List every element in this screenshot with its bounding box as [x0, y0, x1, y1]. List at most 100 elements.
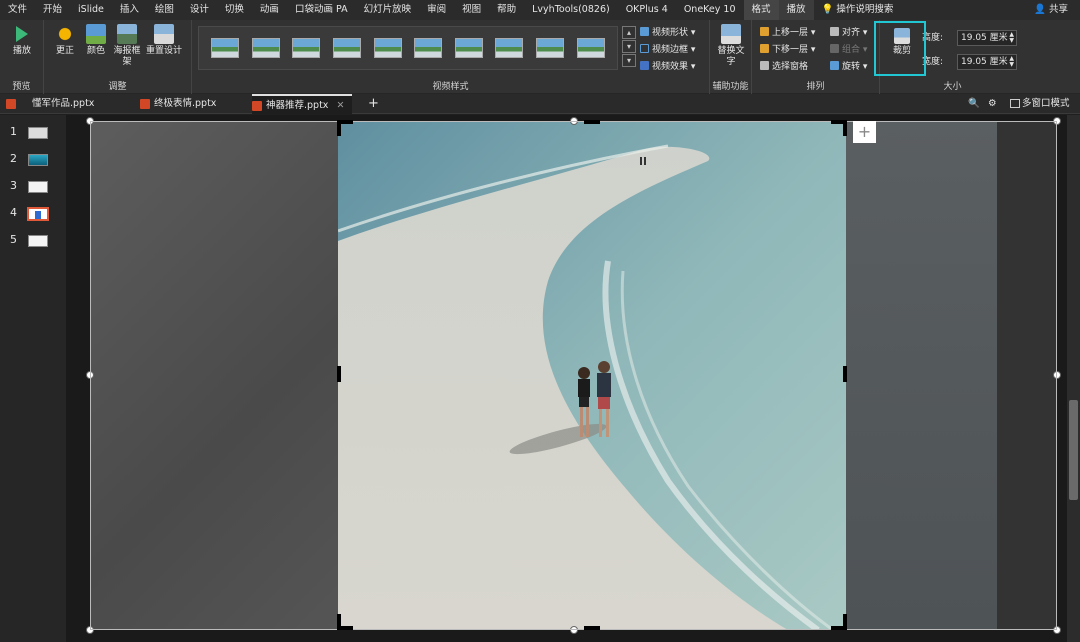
shape-icon: [640, 27, 649, 36]
video-style-thumb[interactable]: [536, 38, 565, 58]
menu-search[interactable]: 💡 操作说明搜索: [814, 0, 902, 20]
slide-thumbnail[interactable]: [28, 154, 48, 166]
align-label: 对齐: [842, 28, 861, 38]
lightbulb-icon: 💡: [821, 4, 837, 15]
slide-thumbnail[interactable]: [28, 127, 48, 139]
menu-design[interactable]: 设计: [182, 0, 217, 20]
group-objects-button[interactable]: 组合 ▾: [830, 43, 867, 57]
scrollbar-thumb[interactable]: [1069, 400, 1078, 500]
reset-design-icon: [154, 24, 174, 44]
video-style-thumb[interactable]: [211, 38, 240, 58]
video-style-thumb[interactable]: [576, 38, 605, 58]
multi-window-button[interactable]: 多窗口模式: [1010, 94, 1070, 114]
doc-tab-label: 终极表情.pptx: [154, 98, 217, 109]
menu-lvyhtools[interactable]: LvyhTools(0826): [524, 0, 618, 20]
slide-thumbnail-selected[interactable]: [27, 207, 49, 221]
color-button[interactable]: 颜色: [81, 24, 111, 57]
video-style-thumb[interactable]: [373, 38, 402, 58]
poster-frame-button[interactable]: 海报框架: [112, 24, 142, 68]
align-button[interactable]: 对齐 ▾: [830, 26, 867, 40]
menu-slideshow[interactable]: 幻灯片放映: [356, 0, 420, 20]
crop-handle[interactable]: [843, 614, 847, 630]
menu-islide[interactable]: iSlide: [70, 0, 112, 20]
gallery-more-icon[interactable]: ▾: [622, 54, 636, 67]
video-border-button[interactable]: 视频边框 ▾: [640, 43, 695, 57]
width-stepper-icon[interactable]: ▲ ▼: [1009, 56, 1014, 68]
crop-handle[interactable]: [337, 614, 341, 630]
crop-handle[interactable]: [337, 120, 341, 136]
video-style-thumb[interactable]: [414, 38, 443, 58]
menu-pocket-animation[interactable]: 口袋动画 PA: [287, 0, 356, 20]
correct-button[interactable]: 更正: [50, 24, 80, 57]
group-preview: 播放 预览: [0, 20, 44, 94]
alt-text-button[interactable]: 替换文字: [716, 24, 746, 68]
menu-review[interactable]: 审阅: [419, 0, 454, 20]
height-input[interactable]: 19.05 厘米 ▲ ▼: [957, 30, 1017, 46]
zoom-icon[interactable]: 🔍: [968, 94, 980, 114]
height-stepper-icon[interactable]: ▲ ▼: [1009, 32, 1014, 44]
doc-tab[interactable]: 懂军作品.pptx: [6, 94, 94, 114]
resize-handle[interactable]: [86, 626, 94, 634]
resize-handle[interactable]: [570, 117, 578, 125]
close-tab-icon[interactable]: ✕: [336, 96, 344, 116]
slide-thumbnail[interactable]: [28, 181, 48, 193]
video-style-thumb[interactable]: [292, 38, 321, 58]
menu-view[interactable]: 视图: [454, 0, 489, 20]
slide-number: 2: [10, 152, 17, 165]
group-video-style: ▴ ▾ ▾ 视频形状 ▾ 视频边框 ▾ 视频效果 ▾ 视频样式: [192, 20, 710, 94]
add-icon[interactable]: +: [853, 121, 876, 143]
document-tab-bar: 懂军作品.pptx 终极表情.pptx 神器推荐.pptx ✕ + 🔍 ⚙ 多窗口…: [0, 94, 1080, 114]
gear-icon[interactable]: ⚙: [988, 94, 997, 114]
gallery-up-icon[interactable]: ▴: [622, 26, 636, 39]
crop-handle[interactable]: [843, 366, 847, 382]
video-style-thumb[interactable]: [333, 38, 362, 58]
video-frame[interactable]: [338, 121, 846, 630]
send-backward-button[interactable]: 下移一层 ▾: [760, 43, 815, 57]
selection-pane-icon: [760, 61, 769, 70]
selection-pane-button[interactable]: 选择窗格: [760, 60, 808, 74]
crop-handle[interactable]: [584, 120, 600, 124]
video-style-thumb[interactable]: [495, 38, 524, 58]
vertical-scrollbar[interactable]: [1067, 115, 1080, 642]
menu-home[interactable]: 开始: [35, 0, 70, 20]
width-input[interactable]: 19.05 厘米 ▲ ▼: [957, 54, 1017, 70]
share-button[interactable]: 👤 共享: [1034, 0, 1068, 20]
resize-handle[interactable]: [1053, 371, 1061, 379]
doc-tab[interactable]: 终极表情.pptx: [140, 94, 216, 114]
video-style-thumb[interactable]: [454, 38, 483, 58]
menu-animations[interactable]: 动画: [252, 0, 287, 20]
menu-file[interactable]: 文件: [0, 0, 35, 20]
resize-handle[interactable]: [570, 626, 578, 634]
resize-handle[interactable]: [1053, 626, 1061, 634]
bring-forward-button[interactable]: 上移一层 ▾: [760, 26, 815, 40]
doc-tab-active[interactable]: 神器推荐.pptx ✕: [252, 94, 353, 116]
add-tab-button[interactable]: +: [364, 94, 379, 114]
menu-playback[interactable]: 播放: [778, 0, 814, 20]
crop-handle[interactable]: [337, 366, 341, 382]
reset-design-button[interactable]: 重置设计: [144, 24, 184, 57]
group-objects-label: 组合: [842, 45, 861, 55]
menu-transitions[interactable]: 切换: [217, 0, 252, 20]
rotate-button[interactable]: 旋转 ▾: [830, 60, 867, 74]
height-value: 19.05 厘米: [961, 33, 1008, 43]
crop-handle[interactable]: [843, 120, 847, 136]
video-shape-button[interactable]: 视频形状 ▾: [640, 26, 695, 40]
video-style-thumb[interactable]: [251, 38, 280, 58]
window-icon: [1010, 99, 1020, 108]
video-effect-button[interactable]: 视频效果 ▾: [640, 60, 695, 74]
resize-handle[interactable]: [86, 117, 94, 125]
powerpoint-icon: [252, 101, 262, 111]
gallery-down-icon[interactable]: ▾: [622, 40, 636, 53]
menu-okplus[interactable]: OKPlus 4: [618, 0, 676, 20]
crop-handle[interactable]: [584, 626, 600, 630]
play-button[interactable]: 播放: [7, 24, 37, 57]
menu-insert[interactable]: 插入: [112, 0, 147, 20]
resize-handle[interactable]: [86, 371, 94, 379]
menu-help[interactable]: 帮助: [489, 0, 524, 20]
slide-number: 1: [10, 125, 17, 138]
resize-handle[interactable]: [1053, 117, 1061, 125]
menu-draw[interactable]: 绘图: [147, 0, 182, 20]
slide-thumbnail[interactable]: [28, 235, 48, 247]
menu-onekey[interactable]: OneKey 10: [676, 0, 744, 20]
menu-format[interactable]: 格式: [743, 0, 779, 20]
